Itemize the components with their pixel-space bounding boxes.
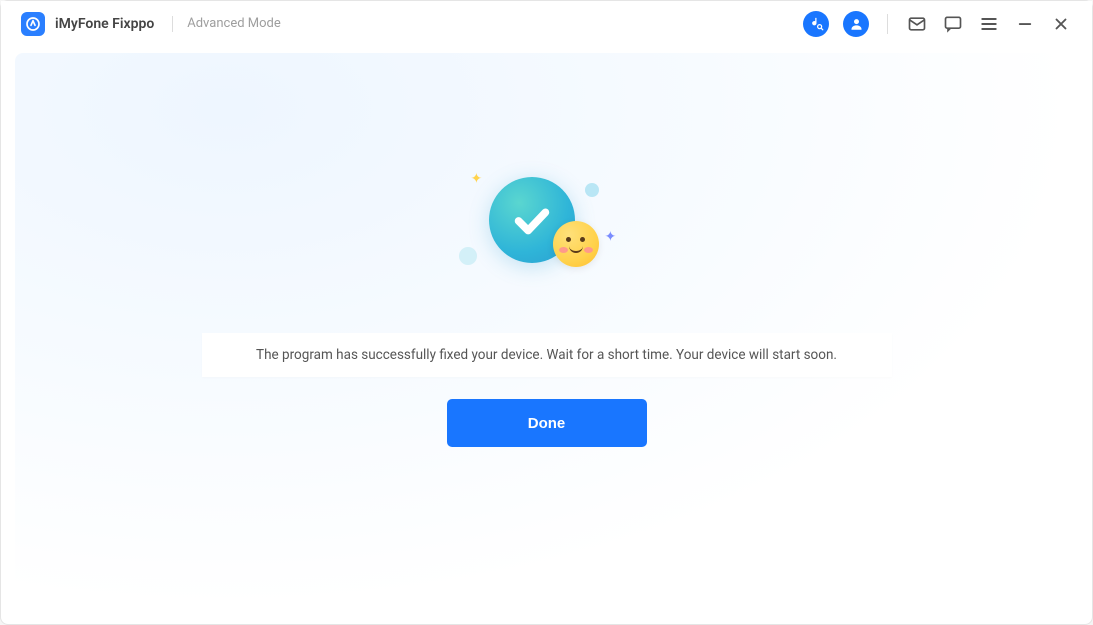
title-divider	[172, 16, 173, 32]
status-message: The program has successfully fixed your …	[202, 333, 892, 377]
smiley-face-icon	[553, 221, 599, 267]
chat-icon[interactable]	[942, 13, 964, 35]
decorative-dot	[459, 247, 477, 265]
music-search-icon[interactable]	[803, 11, 829, 37]
titlebar: iMyFone Fixppo Advanced Mode	[1, 1, 1092, 47]
decorative-dot	[585, 183, 599, 197]
menu-icon[interactable]	[978, 13, 1000, 35]
user-icon[interactable]	[843, 11, 869, 37]
close-icon[interactable]	[1050, 13, 1072, 35]
content-area: ✦ ✦ The program has successfully fixed y…	[15, 53, 1078, 610]
toolbar-divider	[887, 14, 888, 34]
sparkle-icon: ✦	[471, 171, 483, 187]
sparkle-icon: ✦	[605, 229, 617, 245]
done-button[interactable]: Done	[447, 399, 647, 447]
mode-label: Advanced Mode	[187, 16, 281, 31]
app-title: iMyFone Fixppo	[55, 16, 154, 32]
app-window: iMyFone Fixppo Advanced Mode	[0, 0, 1093, 625]
titlebar-left: iMyFone Fixppo Advanced Mode	[21, 12, 281, 36]
success-illustration: ✦ ✦	[457, 173, 637, 293]
app-logo-icon	[21, 12, 45, 36]
minimize-icon[interactable]	[1014, 13, 1036, 35]
mail-icon[interactable]	[906, 13, 928, 35]
titlebar-right	[803, 11, 1072, 37]
